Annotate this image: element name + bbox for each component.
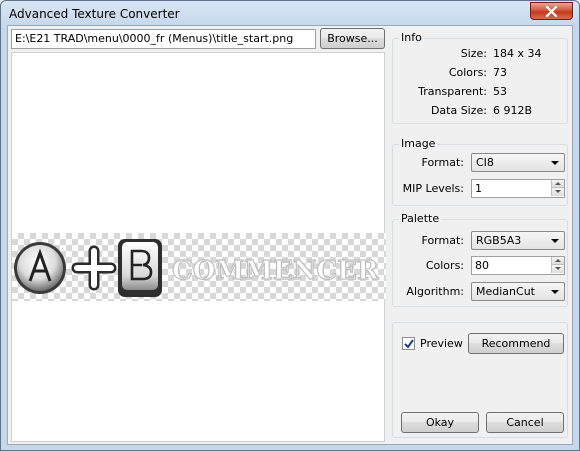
chevron-down-icon — [551, 290, 559, 294]
info-row-size: Size: 184 x 34 — [393, 47, 569, 61]
mip-levels-spinner[interactable]: 1 — [471, 179, 565, 198]
algorithm-select[interactable]: MedianCut — [471, 282, 565, 301]
palette-format-value: RGB5A3 — [476, 234, 522, 247]
mip-levels-label: MIP Levels: — [402, 182, 464, 195]
image-format-value: CI8 — [476, 156, 494, 169]
info-group: Info Size: 184 x 34 Colors: 73 Transpare… — [392, 31, 569, 124]
close-button[interactable] — [530, 2, 573, 20]
window-title: Advanced Texture Converter — [9, 7, 180, 21]
spin-down-icon[interactable] — [551, 265, 564, 273]
browse-button[interactable]: Browse... — [320, 28, 385, 49]
image-group-title: Image — [399, 137, 438, 150]
info-value: 184 x 34 — [493, 47, 542, 60]
palette-group: Palette Format: RGB5A3 Colors: 80 Algori… — [392, 212, 568, 307]
recommend-button[interactable]: Recommend — [468, 333, 564, 354]
mip-levels-value: 1 — [475, 182, 482, 195]
close-icon — [545, 6, 558, 17]
preview-label[interactable]: Preview — [420, 337, 463, 350]
cancel-button[interactable]: Cancel — [486, 412, 564, 433]
plus-graphic — [71, 245, 117, 291]
info-row-data-size: Data Size: 6 912B — [393, 104, 569, 118]
info-group-title: Info — [399, 31, 424, 44]
spin-up-icon[interactable] — [551, 257, 564, 265]
palette-colors-value: 80 — [475, 259, 489, 272]
info-row-transparent: Transparent: 53 — [393, 85, 569, 99]
image-group: Image Format: CI8 MIP Levels: 1 — [392, 137, 568, 206]
algorithm-value: MedianCut — [476, 285, 535, 298]
b-button-graphic — [118, 239, 162, 297]
info-label: Colors: — [448, 66, 487, 79]
title-bar[interactable]: Advanced Texture Converter — [1, 1, 579, 27]
algorithm-label: Algorithm: — [406, 285, 464, 298]
texture-image: COMMENCER — [12, 233, 386, 301]
palette-format-label: Format: — [421, 234, 464, 247]
image-format-label: Format: — [421, 156, 464, 169]
spin-up-icon[interactable] — [551, 180, 564, 188]
info-value: 53 — [493, 85, 507, 98]
okay-button[interactable]: Okay — [401, 412, 479, 433]
chevron-down-icon — [551, 239, 559, 243]
texture-preview-area: COMMENCER — [11, 52, 386, 442]
texture-graphic: COMMENCER — [14, 239, 380, 297]
image-format-select[interactable]: CI8 — [471, 153, 565, 172]
options-group: Preview Recommend Okay Cancel — [392, 322, 568, 438]
palette-format-select[interactable]: RGB5A3 — [471, 231, 565, 250]
dialog-window: Advanced Texture Converter E:\E21 TRAD\m… — [0, 0, 580, 451]
info-row-colors: Colors: 73 — [393, 66, 569, 80]
palette-colors-spinner[interactable]: 80 — [471, 256, 565, 275]
commencer-text: COMMENCER — [172, 256, 379, 286]
checkmark-icon — [404, 339, 414, 349]
info-value: 6 912B — [493, 104, 533, 117]
chevron-down-icon — [551, 161, 559, 165]
preview-checkbox[interactable] — [402, 337, 415, 350]
a-button-graphic — [14, 242, 66, 294]
palette-colors-label: Colors: — [425, 259, 464, 272]
file-path-field[interactable]: E:\E21 TRAD\menu\0000_fr (Menus)\title_s… — [11, 29, 316, 49]
info-value: 73 — [493, 66, 507, 79]
spin-down-icon[interactable] — [551, 188, 564, 196]
info-label: Size: — [460, 47, 487, 60]
dialog-body: E:\E21 TRAD\menu\0000_fr (Menus)\title_s… — [7, 25, 573, 445]
palette-group-title: Palette — [399, 212, 442, 225]
info-label: Data Size: — [430, 104, 487, 117]
info-label: Transparent: — [418, 85, 487, 98]
